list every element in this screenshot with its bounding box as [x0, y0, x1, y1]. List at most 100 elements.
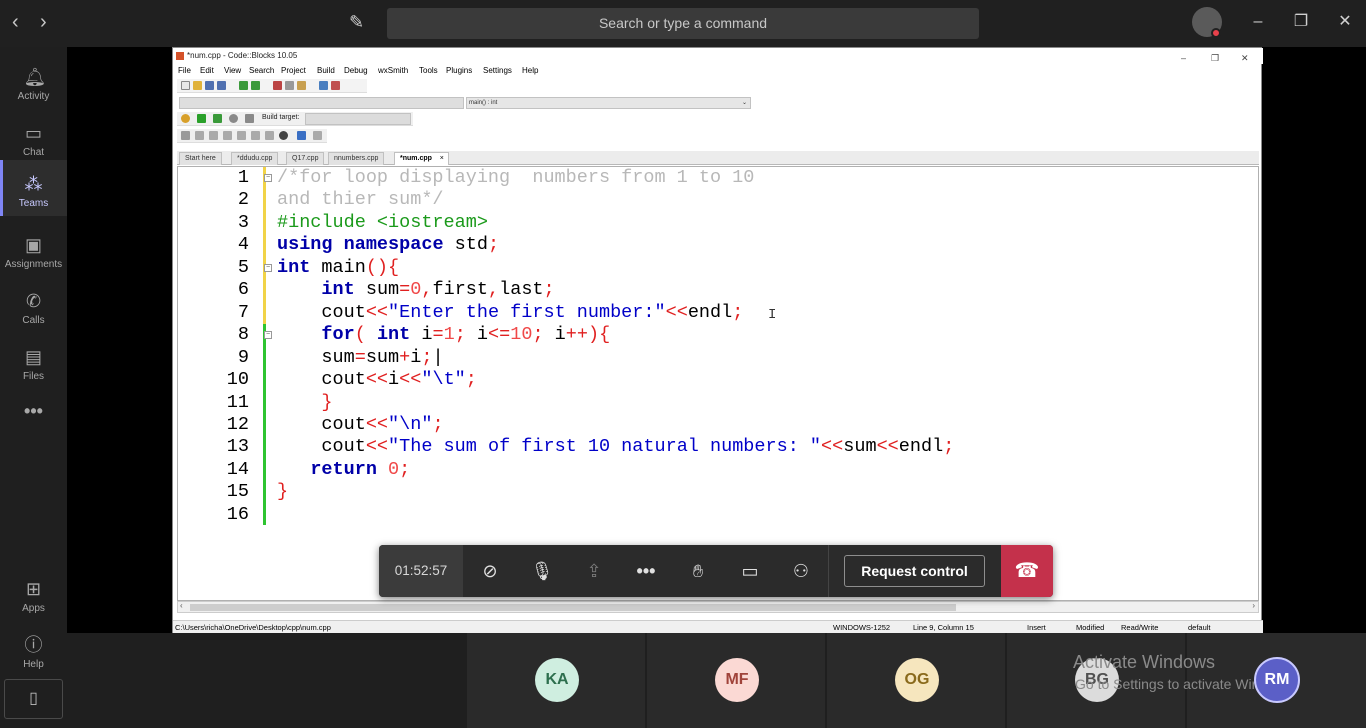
code-line[interactable]: 16 [178, 504, 1258, 526]
fold-marker-icon[interactable]: − [264, 174, 272, 182]
camera-off-icon[interactable]: ⊘ [477, 558, 503, 584]
tab-nnumbers[interactable]: nnumbers.cpp [328, 152, 385, 165]
open-icon[interactable] [193, 81, 202, 90]
close-tab-icon[interactable]: × [440, 153, 444, 165]
forward-arrow-icon[interactable]: › [40, 12, 47, 32]
menu-help[interactable]: Help [522, 66, 538, 75]
tab-ddudu[interactable]: *ddudu.cpp [231, 152, 279, 165]
save-all-icon[interactable] [217, 81, 226, 90]
show-conversation-icon[interactable]: ▭ [737, 558, 763, 584]
scrollbar-thumb[interactable] [190, 604, 956, 611]
menu-wxsmith[interactable]: wxSmith [378, 66, 408, 75]
save-icon[interactable] [205, 81, 214, 90]
code-token: ; [487, 234, 500, 256]
tab-start-here[interactable]: Start here [179, 152, 222, 165]
rail-item-calls[interactable]: ✆ Calls [0, 281, 67, 337]
replace-icon[interactable] [331, 81, 340, 90]
code-line[interactable]: 4 using namespace std; [178, 234, 1258, 256]
code-line[interactable]: 2 and thier sum*/ [178, 189, 1258, 211]
more-actions-icon[interactable]: ••• [633, 558, 659, 584]
rail-item-apps[interactable]: ⊞ Apps [0, 569, 67, 625]
step-into-icon[interactable] [223, 131, 232, 140]
undo-icon[interactable] [239, 81, 248, 90]
code-token: i [410, 346, 422, 368]
build-run-icon[interactable] [213, 114, 222, 123]
code-line[interactable]: 6 int sum=0,first,last; [178, 279, 1258, 301]
mic-muted-icon[interactable]: 🎙︎ [529, 558, 555, 584]
search-command-box[interactable]: Search or type a command [387, 8, 979, 39]
debug-windows-icon[interactable] [297, 131, 306, 140]
rail-label: Teams [18, 198, 49, 209]
tab-num[interactable]: *num.cpp × [394, 152, 449, 165]
step-instruction-icon[interactable] [265, 131, 274, 140]
next-instruction-icon[interactable] [251, 131, 260, 140]
code-line[interactable]: 14 return 0; [178, 459, 1258, 481]
fold-marker-icon[interactable]: − [264, 331, 272, 339]
request-control-button[interactable]: Request control [844, 555, 985, 587]
scroll-right-icon[interactable]: › [1252, 601, 1255, 610]
rail-label: Calls [22, 315, 45, 326]
hang-up-button[interactable]: ☎︎ [1001, 545, 1053, 597]
fold-marker-icon[interactable]: − [264, 264, 272, 272]
code-line[interactable]: 15} [178, 481, 1258, 503]
code-line[interactable]: 8 for( int i=1; i<=10; i++){ [178, 324, 1258, 346]
new-file-icon[interactable] [181, 81, 190, 90]
menu-search[interactable]: Search [249, 66, 274, 75]
code-line[interactable]: 9 sum=sum+i;| [178, 347, 1258, 369]
more-apps-button[interactable]: ••• [0, 397, 67, 427]
run-to-cursor-icon[interactable] [195, 131, 204, 140]
close-icon[interactable]: ✕ [1335, 12, 1355, 32]
scope-combo[interactable] [179, 97, 464, 109]
next-line-icon[interactable] [209, 131, 218, 140]
rebuild-icon[interactable] [229, 114, 238, 123]
code-line[interactable]: 10 cout<<i<<"\t"; [178, 369, 1258, 391]
copy-icon[interactable] [285, 81, 294, 90]
scroll-left-icon[interactable]: ‹ [180, 601, 183, 610]
code-line[interactable]: 5 int main(){ [178, 257, 1258, 279]
rail-item-help[interactable]: ⓘ Help [0, 625, 67, 681]
redo-icon[interactable] [251, 81, 260, 90]
restore-icon[interactable]: ❐ [1291, 12, 1311, 32]
build-target-select[interactable] [305, 113, 411, 125]
rail-item-assignments[interactable]: ▣ Assignments [0, 225, 67, 281]
raise-hand-icon[interactable]: ✋︎ [685, 558, 711, 584]
menu-settings[interactable]: Settings [483, 66, 512, 75]
menu-file[interactable]: File [178, 66, 191, 75]
horizontal-scrollbar[interactable]: ‹ › [177, 601, 1259, 613]
menu-view[interactable]: View [224, 66, 241, 75]
back-arrow-icon[interactable]: ‹ [12, 12, 19, 32]
code-line[interactable]: 3 #include <iostream> [178, 212, 1258, 234]
menu-tools[interactable]: Tools [419, 66, 438, 75]
various-info-icon[interactable] [313, 131, 322, 140]
tab-q17[interactable]: Q17.cpp [286, 152, 325, 165]
rail-item-files[interactable]: ▤ Files [0, 337, 67, 393]
menu-debug[interactable]: Debug [344, 66, 368, 75]
menu-build[interactable]: Build [317, 66, 335, 75]
rail-item-teams[interactable]: ⁂ Teams [0, 160, 67, 216]
menu-plugins[interactable]: Plugins [446, 66, 472, 75]
menu-edit[interactable]: Edit [200, 66, 214, 75]
step-out-icon[interactable] [237, 131, 246, 140]
mobile-device-icon[interactable]: ▯ [4, 679, 63, 719]
code-line[interactable]: 1 /*for loop displaying numbers from 1 to… [178, 167, 1258, 189]
debug-icon[interactable] [181, 131, 190, 140]
code-line[interactable]: 7 cout<<"Enter the first number:"<<endl; [178, 302, 1258, 324]
code-line[interactable]: 11 } [178, 392, 1258, 414]
code-line[interactable]: 13 cout<<"The sum of first 10 natural nu… [178, 436, 1258, 458]
minimize-icon[interactable]: – [1248, 12, 1268, 32]
rail-item-activity[interactable]: 🔔︎ Activity [0, 57, 67, 113]
build-gear-icon[interactable] [181, 114, 190, 123]
run-icon[interactable] [197, 114, 206, 123]
paste-icon[interactable] [297, 81, 306, 90]
new-chat-icon[interactable]: ✎ [349, 12, 364, 33]
code-editor[interactable]: 1 /*for loop displaying numbers from 1 to… [177, 166, 1259, 601]
function-combo[interactable]: main() : int ⌄ [466, 97, 751, 109]
code-line[interactable]: 12 cout<<"\n"; [178, 414, 1258, 436]
find-icon[interactable] [319, 81, 328, 90]
show-participants-icon[interactable]: ⚇ [788, 558, 814, 584]
stop-debugger-icon[interactable] [279, 131, 288, 140]
cut-icon[interactable] [273, 81, 282, 90]
menu-project[interactable]: Project [281, 66, 306, 75]
abort-icon[interactable] [245, 114, 254, 123]
share-screen-icon[interactable]: ⇪ [581, 558, 607, 584]
